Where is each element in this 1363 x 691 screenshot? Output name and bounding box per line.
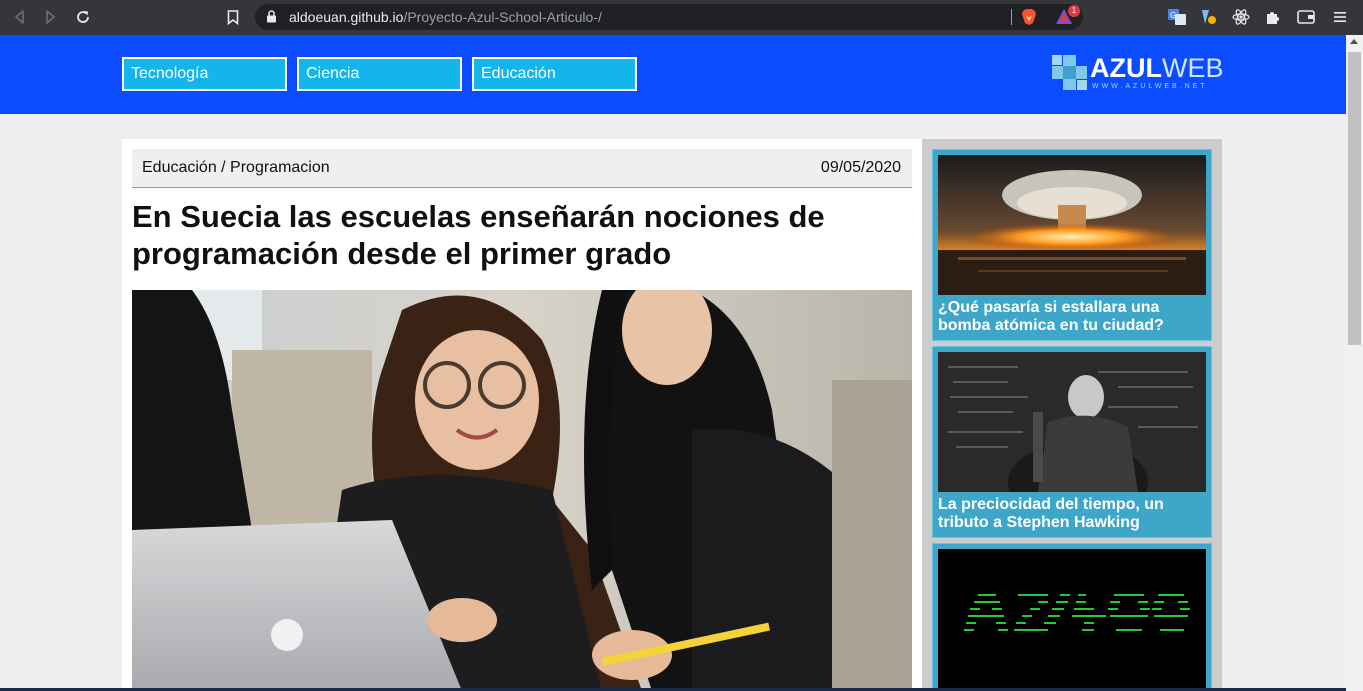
card-title[interactable]: La preciocidad del tiempo, un tributo a … xyxy=(938,496,1208,532)
article-date: 09/05/2020 xyxy=(820,159,901,176)
logo-tagline: WWW.AZULWEB.NET xyxy=(1092,83,1208,90)
nav-tab-ciencia[interactable]: Ciencia xyxy=(297,57,462,91)
brave-shields-icon[interactable] xyxy=(1021,8,1037,31)
card-image-explosion[interactable] xyxy=(938,155,1206,295)
address-bar[interactable]: aldoeuan.github.io/Proyecto-Azul-School-… xyxy=(255,4,1083,30)
lock-icon[interactable] xyxy=(266,10,277,28)
reload-icon[interactable] xyxy=(72,6,94,28)
site-logo[interactable]: AZULWEB WWW.AZULWEB.NET xyxy=(1050,53,1225,95)
page-scrollbar[interactable] xyxy=(1346,35,1363,691)
omnibox-divider xyxy=(1011,9,1012,25)
logo-wordmark: AZULWEB xyxy=(1090,53,1224,83)
article-title: En Suecia las escuelas enseñarán nocione… xyxy=(132,199,825,271)
sidebar: ¿Qué pasaría si estallara una bomba atóm… xyxy=(922,139,1222,691)
wallet-icon[interactable] xyxy=(1296,7,1316,27)
logo-cross-icon xyxy=(1052,55,1087,90)
sidebar-card-code[interactable] xyxy=(932,543,1212,691)
card-image-hawking[interactable] xyxy=(938,352,1206,492)
article: Educación / Programacion 09/05/2020 En S… xyxy=(122,139,922,691)
article-meta-bar: Educación / Programacion 09/05/2020 xyxy=(132,149,912,188)
menu-icon[interactable] xyxy=(1330,7,1350,27)
nav-tab-tecnologia[interactable]: Tecnología xyxy=(122,57,287,91)
translate-icon[interactable]: G xyxy=(1167,7,1187,27)
scroll-up-arrow-icon[interactable] xyxy=(1350,39,1358,44)
article-category: Educación / Programacion xyxy=(142,159,330,176)
bookmark-icon[interactable] xyxy=(222,6,244,28)
rewards-badge: 1 xyxy=(1068,5,1080,17)
card-title[interactable]: ¿Qué pasaría si estallara una bomba atóm… xyxy=(938,299,1208,335)
article-hero-image xyxy=(132,290,912,691)
react-devtools-icon[interactable] xyxy=(1231,7,1251,27)
url-text[interactable]: aldoeuan.github.io/Proyecto-Azul-School-… xyxy=(289,9,602,25)
svg-text:G: G xyxy=(1170,11,1176,20)
sidebar-card-bomba[interactable]: ¿Qué pasaría si estallara una bomba atóm… xyxy=(932,149,1212,341)
back-icon[interactable] xyxy=(9,6,31,28)
extensions-puzzle-icon[interactable] xyxy=(1263,7,1283,27)
forward-icon[interactable] xyxy=(39,6,61,28)
browser-toolbar: aldoeuan.github.io/Proyecto-Azul-School-… xyxy=(0,0,1363,35)
extension-icon[interactable] xyxy=(1199,7,1219,27)
scroll-thumb[interactable] xyxy=(1348,52,1361,345)
nav-tab-educacion[interactable]: Educación xyxy=(472,57,637,91)
site-header: Tecnología Ciencia Educación AZULWEB WWW… xyxy=(0,35,1346,114)
sidebar-card-hawking[interactable]: La preciocidad del tiempo, un tributo a … xyxy=(932,346,1212,538)
card-image-ascii[interactable] xyxy=(938,549,1206,691)
